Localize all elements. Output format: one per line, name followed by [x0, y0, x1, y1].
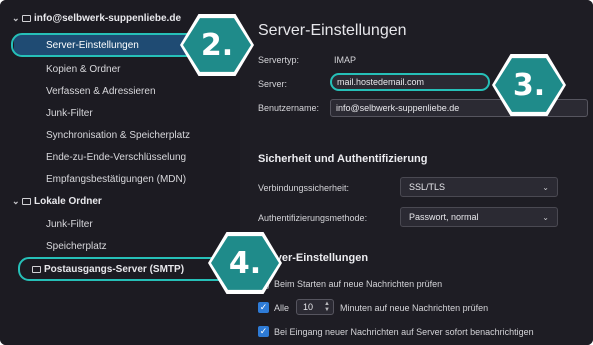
- sidebar-item-local-storage[interactable]: Speicherplatz: [0, 235, 240, 257]
- highlight-outline-server-settings: [11, 33, 203, 57]
- servertype-value: IMAP: [334, 55, 357, 65]
- tree-account-label: info@selbwerk-suppenliebe.de: [34, 12, 182, 24]
- folder-icon: [22, 197, 31, 205]
- connection-security-label: Verbindungssicherheit:: [258, 183, 350, 193]
- sidebar-item-composition[interactable]: Verfassen & Adressieren: [0, 80, 240, 102]
- page-title: Server-Einstellungen: [258, 22, 407, 39]
- server-label: Server:: [258, 79, 288, 89]
- spin-arrows-icon[interactable]: ▲ ▼: [324, 301, 330, 313]
- check-interval-suffix: Minuten auf neue Nachrichten prüfen: [340, 303, 489, 313]
- settings-panel: [240, 0, 593, 345]
- mail-account-icon: [22, 14, 31, 22]
- check-on-startup-label: Beim Starten auf neue Nachrichten prüfen: [274, 279, 443, 289]
- auth-method-label: Authentifizierungsmethode:: [258, 213, 368, 223]
- idle-notify-label: Bei Eingang neuer Nachrichten auf Server…: [274, 327, 534, 337]
- username-label: Benutzername:: [258, 103, 320, 113]
- tree-local-folders[interactable]: ⌄ Lokale Ordner: [0, 190, 240, 212]
- server-input[interactable]: mail.hostedemail.com: [330, 73, 490, 91]
- chevron-down-icon: ⌄: [542, 212, 549, 222]
- highlight-outline-smtp: [18, 257, 230, 281]
- servertype-label: Servertyp:: [258, 55, 300, 65]
- account-settings-window: ⌄ info@selbwerk-suppenliebe.de Server-Ei…: [0, 0, 593, 345]
- interval-minutes-value: 10: [303, 302, 314, 312]
- check-interval-checkbox[interactable]: ✓: [258, 302, 269, 313]
- sidebar-item-mdn[interactable]: Empfangsbestätigungen (MDN): [0, 168, 240, 190]
- sidebar-item-e2e[interactable]: Ende-zu-Ende-Verschlüsselung: [0, 146, 240, 168]
- connection-security-select[interactable]: SSL/TLS ⌄: [400, 177, 558, 197]
- sidebar-item-local-junk[interactable]: Junk-Filter: [0, 213, 240, 235]
- chevron-down-icon: ⌄: [542, 182, 549, 192]
- security-section-title: Sicherheit und Authentifizierung: [258, 153, 428, 165]
- auth-method-value: Passwort, normal: [409, 212, 479, 222]
- idle-notify-checkbox[interactable]: ✓: [258, 326, 269, 337]
- sidebar-item-junk[interactable]: Junk-Filter: [0, 102, 240, 124]
- auth-method-select[interactable]: Passwort, normal ⌄: [400, 207, 558, 227]
- chevron-down-icon[interactable]: ⌄: [12, 196, 20, 207]
- chevron-down-icon[interactable]: ⌄: [12, 13, 20, 24]
- connection-security-value: SSL/TLS: [409, 182, 446, 192]
- interval-minutes-stepper[interactable]: 10 ▲ ▼: [296, 299, 334, 315]
- check-interval-prefix: Alle: [274, 303, 290, 313]
- sidebar-item-sync[interactable]: Synchronisation & Speicherplatz: [0, 124, 240, 146]
